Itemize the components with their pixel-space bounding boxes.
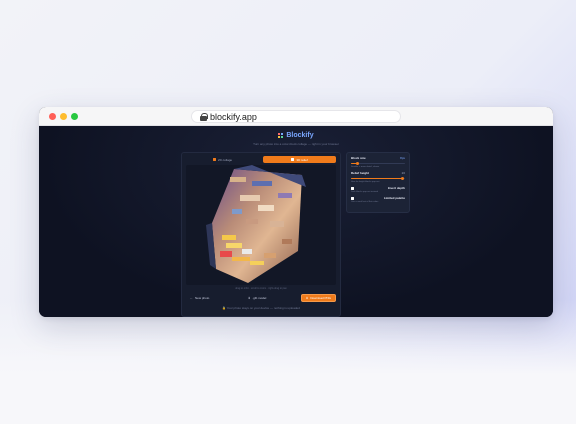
lock-icon [200,112,208,121]
button-label: .glb model [252,295,267,300]
collage-icon [212,158,216,161]
download-icon: ⬇ [247,295,251,300]
app-title: Blockify [286,132,314,139]
arrow-left-icon: ← [190,295,193,300]
preview-panel: 2D collage 3D relief drag to orbit · scr… [181,152,341,317]
invert-depth-row[interactable]: Invert depth [351,186,405,190]
maximize-window-dot[interactable] [71,113,78,120]
limited-palette-checkbox[interactable] [351,196,354,200]
invert-depth-checkbox[interactable] [351,186,354,190]
block-size-slider-handle[interactable] [356,162,360,165]
url-text: blockify.app [210,111,257,122]
address-bar[interactable]: blockify.app [191,110,401,123]
app-tagline: Turn any photo into a color-block collag… [253,142,339,146]
tab-2d-collage[interactable]: 2D collage [186,156,259,163]
privacy-note: 🔒 Your photo stays on your device — noth… [182,306,340,310]
action-bar: ← New photo ⬇ .glb model ⬇ Download PNG [186,293,336,302]
relief-height-row: Relief height 20 [351,171,405,175]
close-window-dot[interactable] [49,113,56,120]
relief-3d-viewer[interactable] [186,165,336,285]
minimize-window-dot[interactable] [60,113,67,120]
relief-height-slider[interactable] [351,177,405,180]
button-label: Download PNG [310,295,331,300]
block-size-value: 8px [400,156,405,160]
invert-depth-label: Invert depth [387,186,405,190]
limited-palette-row[interactable]: Limited palette [351,196,405,200]
limited-palette-label: Limited palette [383,196,405,200]
relief-height-label: Relief height [351,171,370,175]
relief-surface [212,169,302,283]
blocks-logo-icon [278,133,284,138]
relief-height-help: How far bright blocks pop out [351,181,380,183]
viewer-hint: drag to orbit · scroll to zoom · right-d… [235,287,287,290]
cube-icon [291,158,295,161]
block-size-help: Smaller = more detail, slower [351,166,380,168]
glb-model-button[interactable]: ⬇ .glb model [244,294,270,302]
app-header: Blockify [39,132,553,139]
view-mode-tabs: 2D collage 3D relief [186,156,336,163]
settings-panel: Block size 8px Smaller = more detail, sl… [346,152,410,213]
browser-window: blockify.app Blockify Turn any photo int… [39,107,553,317]
block-size-label: Block size [351,156,366,160]
download-png-button[interactable]: ⬇ Download PNG [300,293,336,302]
limited-palette-help: Use a small set of flat colors [351,201,379,203]
tab-3d-relief[interactable]: 3D relief [263,156,336,163]
relief-render [206,165,306,283]
privacy-note-text: Your photo stays on your device — nothin… [226,306,300,310]
app-page: Blockify Turn any photo into a color-blo… [39,126,553,317]
button-label: New photo [195,295,210,300]
background-fade [0,300,576,424]
browser-chrome: blockify.app [39,107,553,126]
invert-depth-help: Dark blocks pop out instead [351,191,378,193]
lock-icon: 🔒 [222,306,226,310]
block-size-row: Block size 8px [351,156,405,160]
relief-height-slider-handle[interactable] [400,177,404,180]
tab-label: 3D relief [296,157,308,162]
new-photo-button[interactable]: ← New photo [186,294,213,302]
tab-label: 2D collage [217,157,233,162]
download-icon: ⬇ [305,295,309,300]
relief-height-value: 20 [401,171,405,175]
block-size-slider[interactable] [351,162,405,165]
